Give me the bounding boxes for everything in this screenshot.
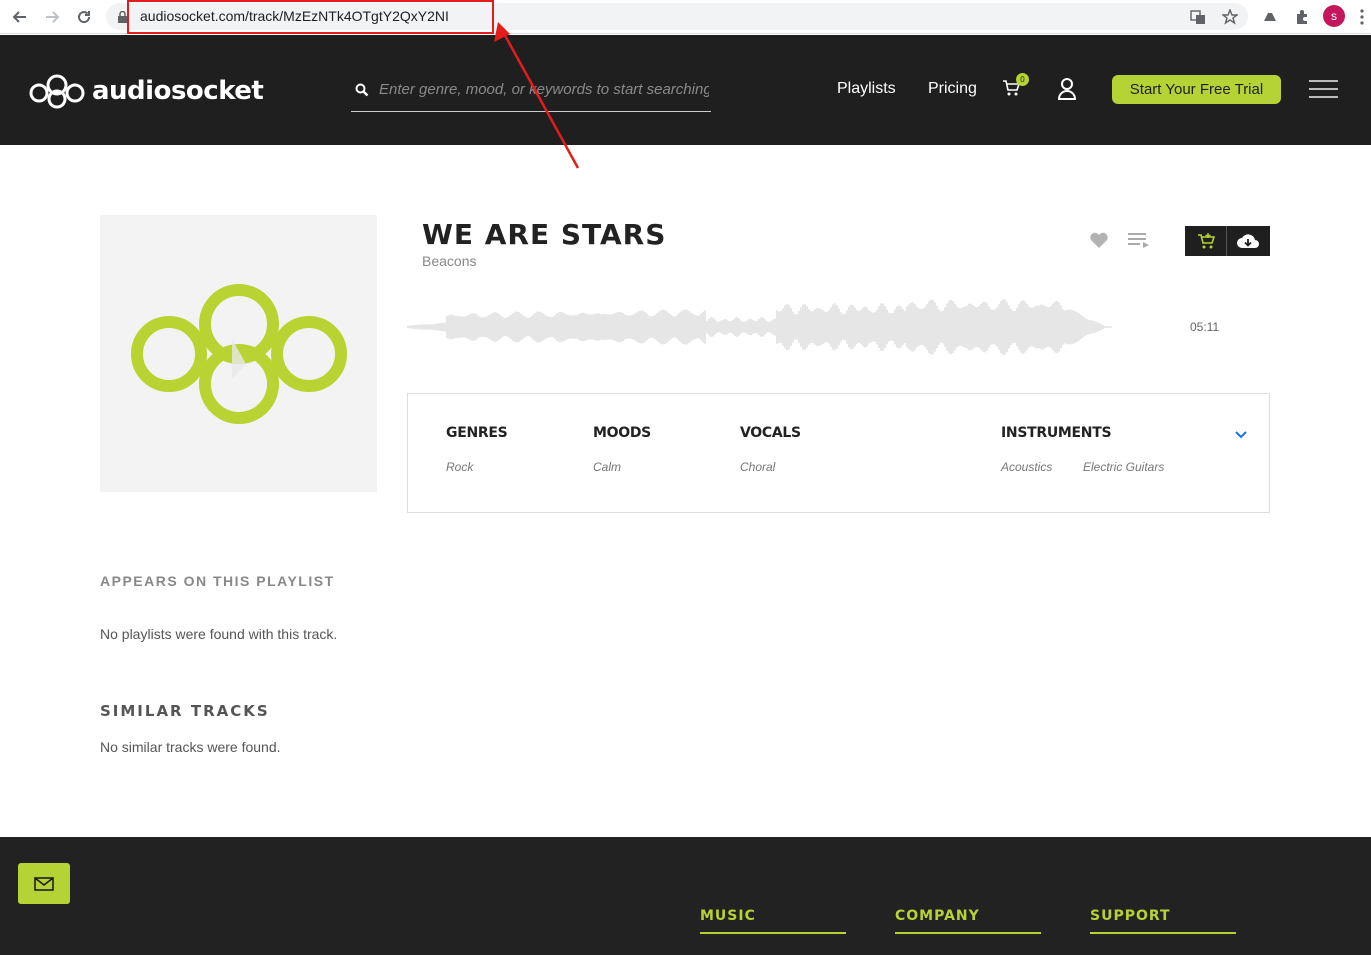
instrument-tag-acoustics[interactable]: Acoustics [1001,460,1052,474]
profile-avatar[interactable]: s [1323,5,1345,27]
footer-company-heading: COMPANY [895,908,1041,934]
footer-support-heading: SUPPORT [1090,908,1236,934]
album-logo-icon [130,283,347,424]
nav-playlists-link[interactable]: Playlists [837,80,896,98]
similar-tracks-heading: SIMILAR TRACKS [100,702,270,720]
audiosocket-logo-icon [29,74,85,109]
vocals-heading: VOCALS [740,425,801,441]
reload-icon[interactable] [73,6,95,28]
bookmark-star-icon[interactable] [1220,7,1240,27]
appears-on-playlist-heading: APPEARS ON THIS PLAYLIST [100,573,335,589]
instrument-tag-electric-guitars[interactable]: Electric Guitars [1083,460,1164,474]
add-to-playlist-icon[interactable] [1128,232,1150,253]
annotation-arrow [494,22,580,169]
forward-icon[interactable] [41,6,63,28]
favorite-heart-icon[interactable] [1089,231,1109,254]
search-icon[interactable] [355,83,369,102]
back-icon[interactable] [9,6,31,28]
cart-count-badge: 0 [1016,73,1029,86]
extensions-puzzle-icon[interactable] [1292,7,1312,27]
track-actions [1185,226,1270,256]
envelope-icon [34,876,54,891]
logo-text: audiosocket [92,76,264,106]
no-similar-tracks-message: No similar tracks were found. [100,739,281,755]
browser-menu-icon[interactable] [1356,7,1368,27]
translate-icon[interactable] [1188,7,1208,27]
site-header: audiosocket Playlists Pricing 0 Start Yo… [0,35,1371,145]
genre-tag-rock[interactable]: Rock [446,460,473,474]
chevron-down-icon[interactable] [1235,426,1247,444]
lock-icon [118,10,127,23]
track-artist[interactable]: Beacons [422,253,476,269]
browser-toolbar: audiosocket.com/track/MzEzNTk4OTgtY2QxY2… [0,0,1371,34]
genres-heading: GENRES [446,425,508,441]
site-logo[interactable]: audiosocket [28,73,264,109]
album-art [100,215,377,492]
add-to-cart-icon[interactable] [1185,226,1227,256]
drive-extension-icon[interactable] [1260,7,1280,27]
mood-tag-calm[interactable]: Calm [593,460,621,474]
track-title: WE ARE STARS [422,218,667,251]
site-footer: MUSIC COMPANY SUPPORT [0,837,1371,955]
hamburger-menu-icon[interactable] [1309,80,1338,98]
start-free-trial-button[interactable]: Start Your Free Trial [1112,75,1281,104]
user-account-icon[interactable] [1057,77,1077,106]
vocal-tag-choral[interactable]: Choral [740,460,775,474]
contact-mail-button[interactable] [18,863,70,904]
footer-music-heading: MUSIC [700,908,846,934]
nav-pricing-link[interactable]: Pricing [928,80,977,98]
no-playlists-message: No playlists were found with this track. [100,626,338,642]
url-annotation-box [127,0,494,34]
download-cloud-icon[interactable] [1227,226,1269,256]
moods-heading: MOODS [593,425,651,441]
instruments-heading: INSTRUMENTS [1001,425,1112,441]
track-tags-panel: GENRES Rock MOODS Calm VOCALS Choral INS… [407,393,1270,513]
track-waveform[interactable] [407,290,1112,365]
track-duration: 05:11 [1190,320,1220,334]
